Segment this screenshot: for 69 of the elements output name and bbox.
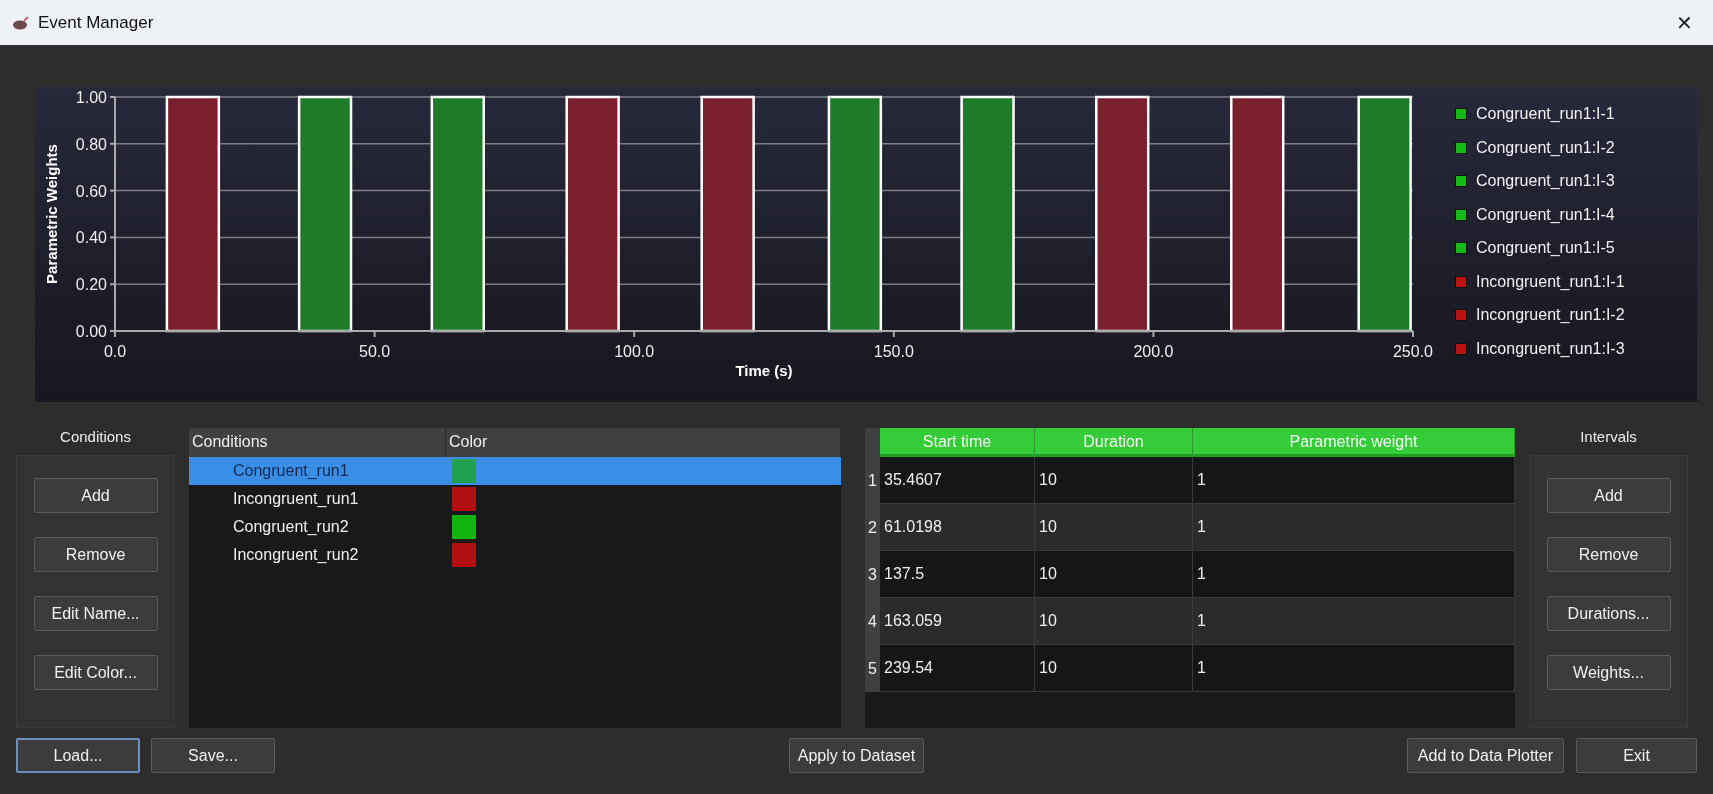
footer-button[interactable]: Add to Data Plotter [1406, 738, 1564, 773]
footer-button[interactable]: Load... [16, 738, 140, 773]
apply-button[interactable]: Apply to Dataset [788, 738, 925, 773]
panel-button[interactable]: Remove [33, 537, 158, 572]
condition-row[interactable]: Incongruent_run1 [189, 485, 841, 513]
table-cell: 1 [1193, 551, 1515, 598]
table-cell: 10 [1035, 551, 1193, 598]
table-cell: 1 [1193, 504, 1515, 551]
y-axis-label: Parametric Weights [43, 144, 60, 284]
y-tick-label: 0.60 [75, 182, 107, 200]
y-tick-label: 0.00 [75, 323, 107, 340]
panel-button[interactable]: Add [1546, 478, 1671, 513]
y-tick-label: 1.00 [75, 89, 107, 106]
panel-button[interactable]: Durations... [1546, 596, 1671, 631]
window-title: Event Manager [38, 12, 155, 33]
panel-button[interactable]: Remove [1546, 537, 1671, 572]
table-cell: 239.54 [880, 645, 1035, 692]
y-tick-label: 0.20 [75, 276, 107, 294]
row-number: 1 [865, 457, 880, 504]
table-cell: 61.0198 [880, 504, 1035, 551]
condition-name: Congruent_run2 [232, 518, 350, 536]
legend-label: Incongruent_run1:I-1 [1476, 272, 1625, 291]
table-cell: 163.059 [880, 598, 1035, 645]
table-cell: 10 [1035, 504, 1193, 551]
panel-title: Conditions [60, 428, 131, 445]
row-number: 3 [865, 551, 880, 598]
x-tick-label: 0.0 [103, 343, 127, 360]
table-cell: 10 [1035, 645, 1193, 692]
condition-name: Congruent_run1 [232, 462, 350, 480]
table-cell: 1 [1193, 645, 1515, 692]
panel-button[interactable]: Edit Name... [33, 596, 158, 631]
x-tick-label: 250.0 [1393, 343, 1433, 360]
condition-name: Incongruent_run2 [232, 546, 360, 564]
table-cell: 1 [1193, 457, 1515, 504]
close-button[interactable]: ✕ [1668, 6, 1701, 39]
footer-button[interactable]: Save... [151, 738, 275, 773]
table-cell: 35.4607 [880, 457, 1035, 504]
table-cell: 10 [1035, 598, 1193, 645]
panel-button[interactable]: Edit Color... [33, 655, 158, 690]
header-corner [865, 428, 880, 457]
y-tick-label: 0.80 [75, 135, 107, 153]
x-tick-label: 150.0 [873, 343, 914, 360]
legend-label: Congruent_run1:I-1 [1476, 105, 1615, 123]
footer-button[interactable]: Exit [1576, 738, 1697, 773]
table-cell: 10 [1035, 457, 1193, 504]
legend-label: Congruent_run1:I-5 [1476, 239, 1615, 257]
condition-row[interactable]: Congruent_run2 [189, 513, 841, 541]
condition-row[interactable]: Incongruent_run2 [189, 541, 841, 569]
row-number: 4 [865, 598, 880, 645]
x-tick-label: 100.0 [614, 343, 655, 360]
table-cell: 1 [1193, 598, 1515, 645]
row-number: 2 [865, 504, 880, 551]
x-axis-label: Time (s) [735, 362, 793, 379]
app-icon [12, 15, 30, 30]
legend-label: Incongruent_run1:I-2 [1476, 306, 1625, 324]
legend-label: Incongruent_run1:I-3 [1476, 339, 1625, 358]
row-number: 5 [865, 645, 880, 692]
panel-title: Intervals [1580, 428, 1637, 445]
table-cell: 137.5 [880, 551, 1035, 598]
panel-button[interactable]: Add [33, 478, 158, 513]
legend-label: Congruent_run1:I-2 [1476, 138, 1615, 157]
x-tick-label: 50.0 [359, 343, 391, 360]
panel-button[interactable]: Weights... [1546, 655, 1671, 690]
x-tick-label: 200.0 [1133, 343, 1174, 360]
condition-name: Incongruent_run1 [232, 490, 360, 508]
legend-label: Congruent_run1:I-4 [1476, 205, 1615, 224]
y-tick-label: 0.40 [75, 229, 107, 247]
legend-label: Congruent_run1:I-3 [1476, 172, 1615, 190]
condition-row[interactable]: Congruent_run1 [189, 457, 841, 485]
